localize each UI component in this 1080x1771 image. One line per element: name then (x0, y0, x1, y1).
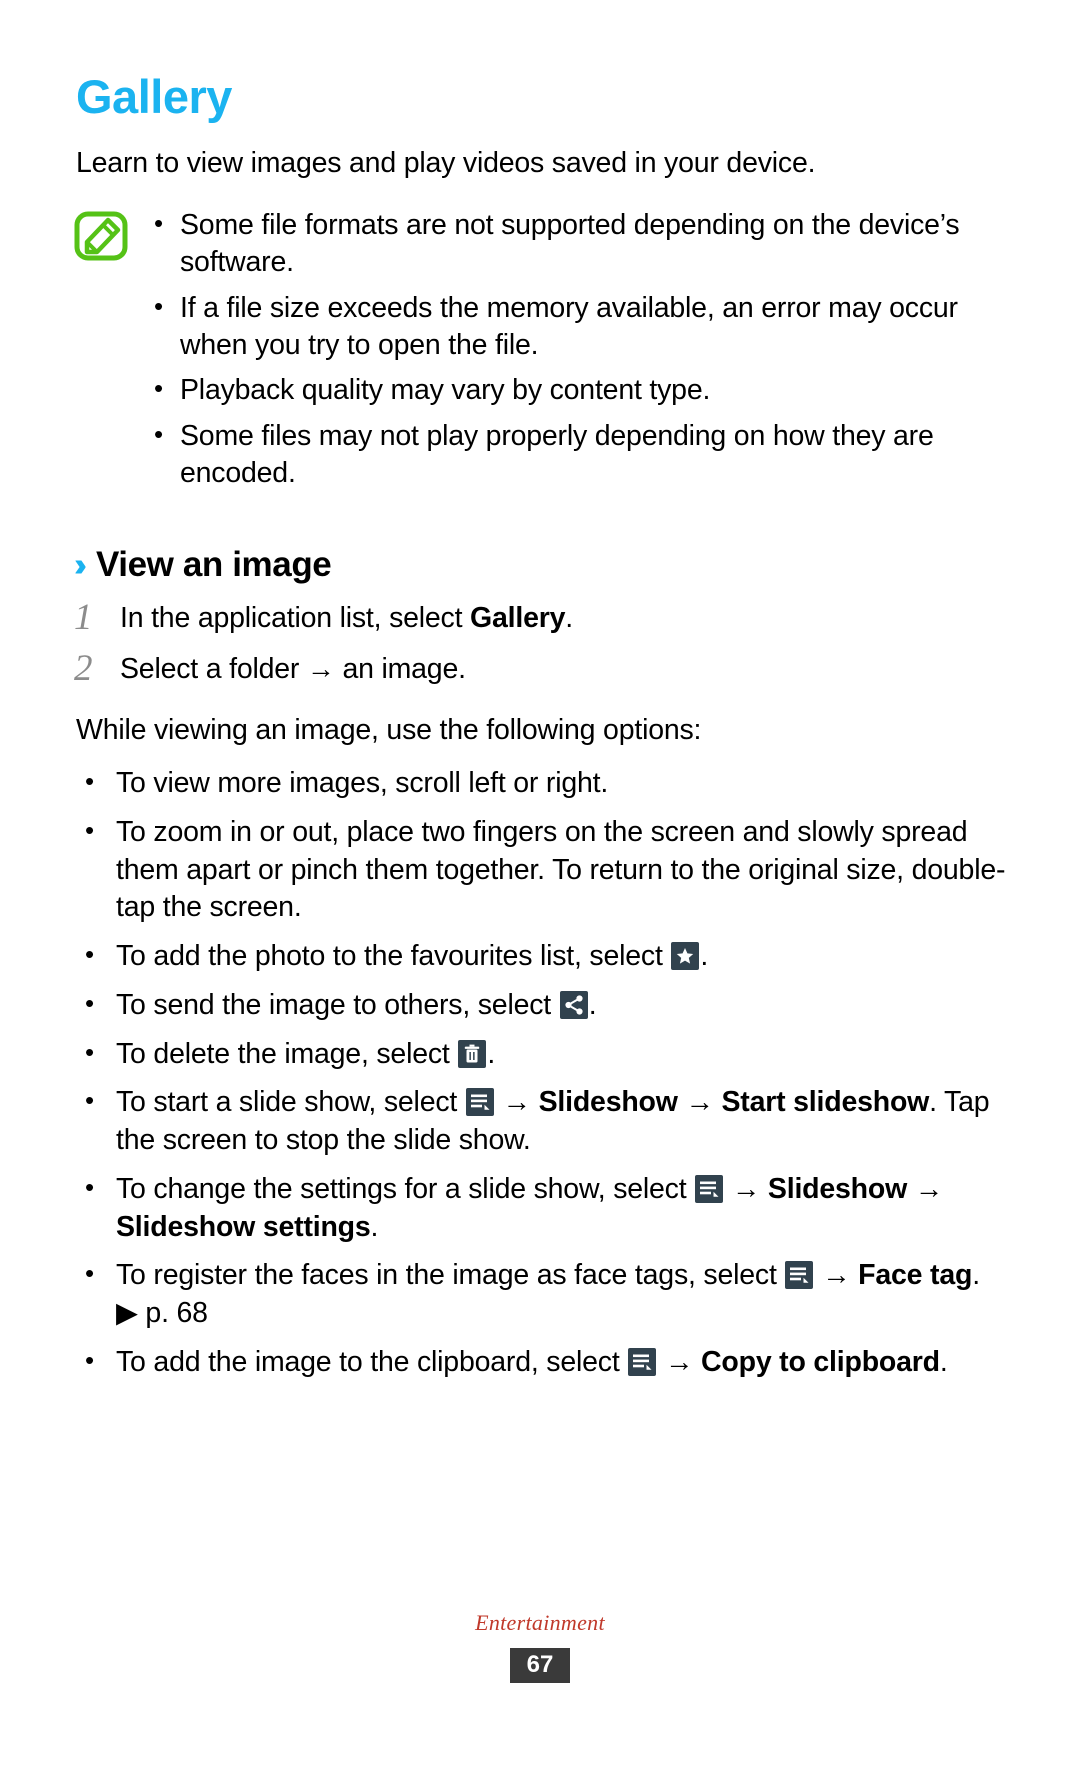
options-menu-icon[interactable] (695, 1174, 724, 1203)
trash-icon[interactable] (458, 1039, 487, 1068)
emphasis-term: Face tag (858, 1259, 973, 1292)
option-text: . (487, 1037, 496, 1070)
slideshow-settings-option: To change the settings for a slide show,… (74, 1170, 1008, 1247)
option-text: To delete the image, select (116, 1037, 458, 1070)
option-text: To zoom in or out, place two fingers on … (116, 815, 1006, 924)
option-text: . (370, 1210, 379, 1243)
step-2: 2 Select a folder → an image. (74, 648, 1008, 689)
option-text: . (700, 940, 709, 973)
emphasis-term: Slideshow (538, 1086, 678, 1119)
option-text: → (907, 1172, 944, 1205)
step-text: Select a folder → an image. (120, 648, 1008, 689)
star-icon[interactable] (671, 942, 700, 971)
option-text: To add the photo to the favourites list,… (116, 940, 671, 973)
option-text: ▶ p. 68 (116, 1297, 208, 1330)
chevron-double-right-icon: ›› (74, 546, 87, 584)
note-block: Some file formats are not supported depe… (74, 205, 1008, 500)
note-bullet: Playback quality may vary by content typ… (150, 371, 1008, 409)
emphasis-term: Slideshow (767, 1172, 908, 1205)
share-option: To send the image to others, select . (74, 986, 1008, 1025)
option-text: To send the image to others, select (116, 988, 559, 1021)
option-bullet-list: To view more images, scroll left or righ… (74, 764, 1008, 1382)
note-bullet: If a file size exceeds the memory availa… (150, 289, 1008, 365)
option-text: To start a slide show, select (116, 1086, 465, 1119)
footer-section-label: Entertainment (475, 1610, 605, 1635)
option-text: To add the image to the clipboard, selec… (116, 1345, 628, 1378)
scroll-option: To view more images, scroll left or righ… (74, 764, 1008, 803)
note-bullet: Some files may not play properly dependi… (150, 417, 1008, 493)
step-text: In the application list, select Gallery. (120, 597, 1008, 638)
document-page: Gallery Learn to view images and play vi… (0, 0, 1080, 1771)
option-text: To change the settings for a slide show,… (116, 1172, 695, 1205)
step-1: 1 In the application list, select Galler… (74, 597, 1008, 638)
option-text: To view more images, scroll left or righ… (116, 767, 609, 800)
page-footer: Entertainment 67 (0, 1610, 1080, 1683)
emphasis-term: Slideshow settings (116, 1210, 371, 1243)
option-text: . (939, 1345, 948, 1378)
option-text: → (657, 1345, 702, 1378)
options-menu-icon[interactable] (628, 1347, 657, 1376)
note-pencil-icon (74, 211, 128, 261)
options-menu-icon[interactable] (465, 1088, 494, 1117)
step-text-after: an image. (334, 653, 466, 686)
step-text-before: Select a folder (120, 653, 307, 686)
note-bullet-list: Some file formats are not supported depe… (150, 206, 1008, 493)
step-text-after: . (565, 601, 574, 634)
step-text-before: In the application list, select (120, 601, 471, 634)
note-body: Some file formats are not supported depe… (150, 205, 1008, 500)
favourites-option: To add the photo to the favourites list,… (74, 937, 1008, 976)
options-lead-in: While viewing an image, use the followin… (76, 713, 702, 746)
step-number: 2 (74, 648, 93, 690)
option-text: → (494, 1086, 539, 1119)
options-menu-icon[interactable] (785, 1261, 814, 1290)
emphasis-term: Start slideshow (721, 1086, 930, 1119)
option-text: → (677, 1086, 722, 1119)
slideshow-start-option: To start a slide show, select → Slidesho… (74, 1083, 1008, 1160)
share-icon[interactable] (559, 990, 588, 1019)
section-heading: ›› View an image (74, 546, 1008, 585)
arrow-right-icon: → (306, 653, 335, 685)
zoom-option: To zoom in or out, place two fingers on … (74, 813, 1008, 927)
emphasis-term: Copy to clipboard (701, 1345, 940, 1378)
face-tag-option: To register the faces in the image as fa… (74, 1256, 1008, 1333)
option-text: → (724, 1172, 768, 1205)
intro-paragraph: Learn to view images and play videos sav… (76, 147, 816, 180)
option-text: To register the faces in the image as fa… (116, 1259, 785, 1292)
step-bold-term: Gallery (470, 601, 566, 634)
note-bullet: Some file formats are not supported depe… (150, 206, 1008, 282)
option-text: → (814, 1259, 859, 1292)
delete-option: To delete the image, select . (74, 1035, 1008, 1074)
clipboard-option: To add the image to the clipboard, selec… (74, 1343, 1008, 1382)
page-title: Gallery (76, 70, 232, 123)
page-number-badge: 67 (509, 1648, 571, 1683)
step-number: 1 (74, 596, 93, 638)
option-text: . (588, 988, 597, 1021)
section-title: View an image (95, 545, 332, 585)
option-text: . (972, 1259, 980, 1292)
